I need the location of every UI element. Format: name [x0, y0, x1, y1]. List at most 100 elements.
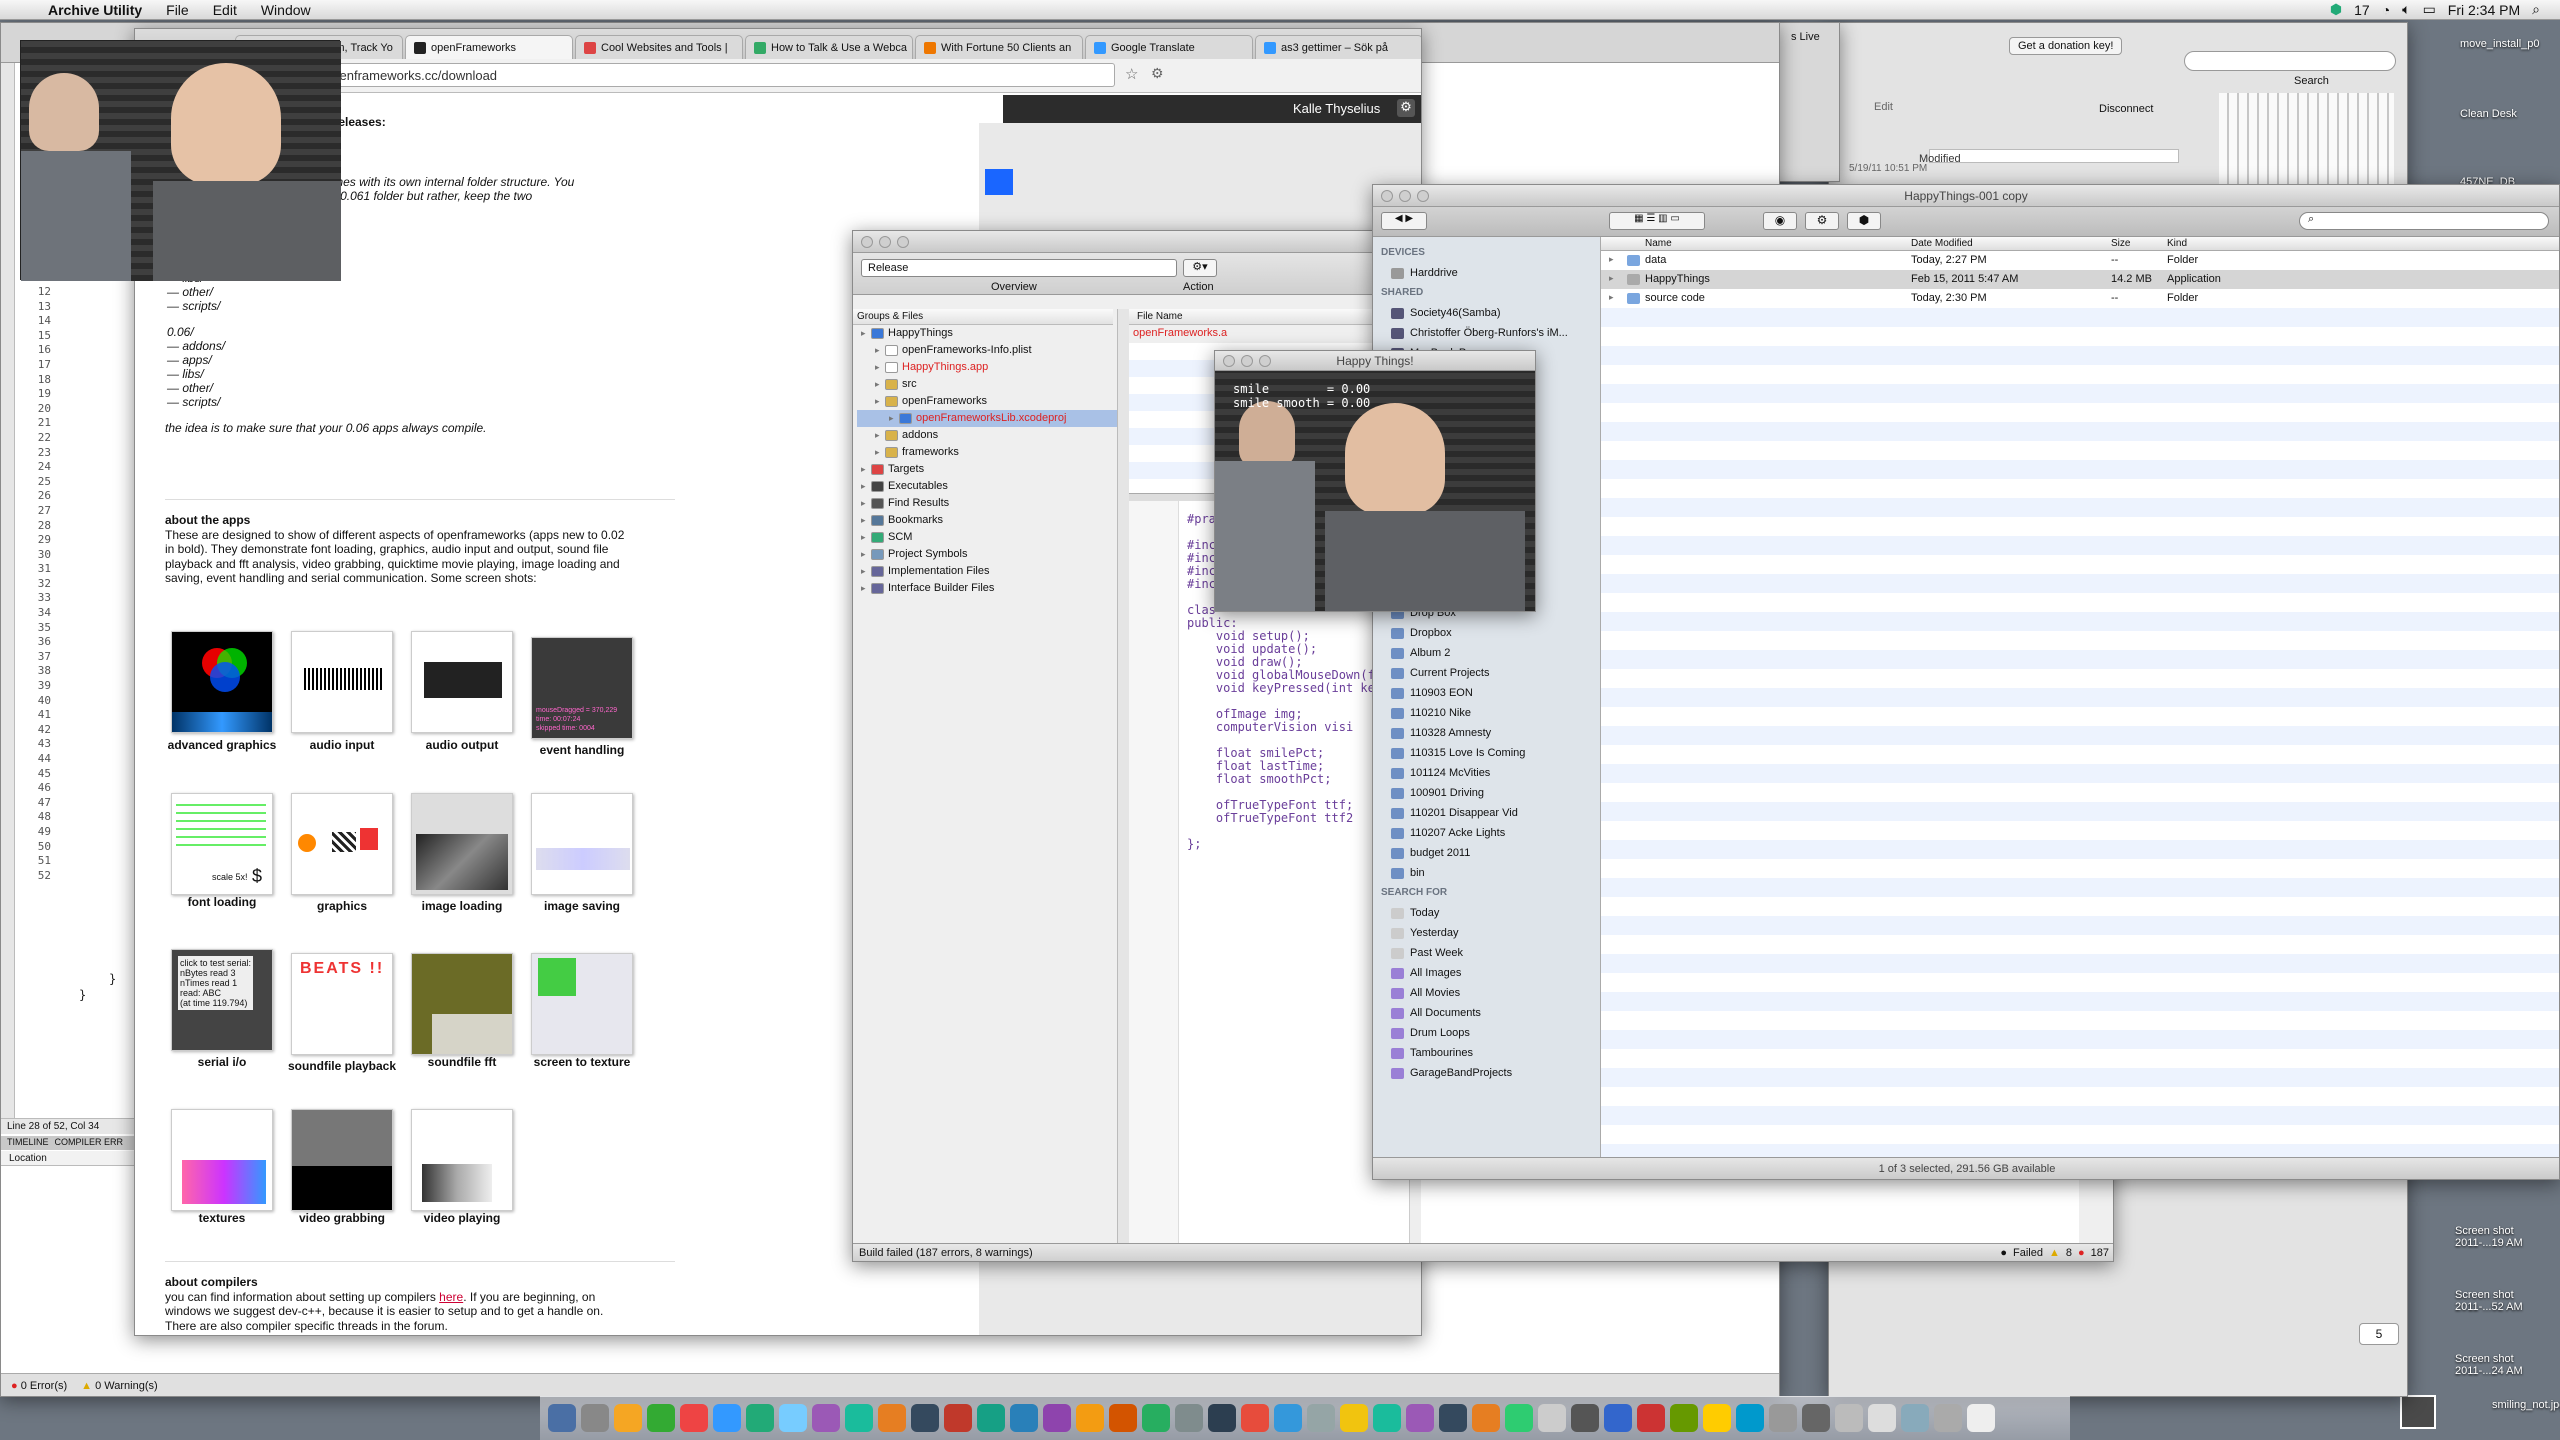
- file-row[interactable]: ▸ data Today, 2:27 PM -- Folder: [1601, 251, 2559, 270]
- dock-app-icon[interactable]: [1505, 1404, 1533, 1432]
- disclosure-triangle-icon[interactable]: ▸: [861, 478, 871, 495]
- dock-app-icon[interactable]: [1670, 1404, 1698, 1432]
- tree-item[interactable]: ▸ src: [857, 376, 1117, 393]
- app-label[interactable]: video grabbing: [277, 1211, 407, 1225]
- tree-item[interactable]: ▸ Bookmarks: [857, 512, 1117, 529]
- col-date[interactable]: Date Modified: [1911, 238, 1973, 249]
- app-label[interactable]: advanced graphics: [157, 738, 287, 752]
- app-label[interactable]: image saving: [517, 899, 647, 913]
- tab-how-to-talk[interactable]: How to Talk & Use a Webca: [745, 35, 913, 59]
- close-button[interactable]: [861, 235, 873, 248]
- desktop-item[interactable]: Screen shot 2011-...24 AM: [2455, 1353, 2550, 1377]
- disclosure-triangle-icon[interactable]: ▸: [861, 546, 871, 563]
- dock-app-icon[interactable]: [1307, 1404, 1335, 1432]
- minimize-button[interactable]: [879, 235, 891, 248]
- app-label[interactable]: graphics: [277, 899, 407, 913]
- tab-fortune[interactable]: With Fortune 50 Clients an: [915, 35, 1083, 59]
- splitter[interactable]: [1117, 309, 1129, 1249]
- sidebar-item[interactable]: All Documents: [1381, 1003, 1600, 1023]
- dock-app-icon[interactable]: [1142, 1404, 1170, 1432]
- sidebar-item[interactable]: Society46(Samba): [1381, 303, 1600, 323]
- finder-search-field[interactable]: ⌕: [2299, 212, 2549, 230]
- disclosure-triangle-icon[interactable]: ▸: [875, 427, 885, 444]
- dock-app-icon[interactable]: [1175, 1404, 1203, 1432]
- sidebar-item[interactable]: 110903 EON: [1381, 683, 1600, 703]
- file-row[interactable]: ▸ source code Today, 2:30 PM -- Folder: [1601, 289, 2559, 308]
- tree-item[interactable]: ▸ openFrameworks-Info.plist: [857, 342, 1117, 359]
- app-label[interactable]: video playing: [397, 1211, 527, 1225]
- donation-button[interactable]: Get a donation key!: [2009, 37, 2123, 55]
- dock-app-icon[interactable]: [1010, 1404, 1038, 1432]
- thumb-audio-input[interactable]: [291, 631, 393, 733]
- sidebar-item[interactable]: Christoffer Öberg-Runfors's iM...: [1381, 323, 1600, 343]
- sidebar-item[interactable]: 110210 Nike: [1381, 703, 1600, 723]
- tree-item[interactable]: ▸ openFrameworksLib.xcodeproj: [857, 410, 1117, 427]
- dock-app-icon[interactable]: [1835, 1404, 1863, 1432]
- app-label[interactable]: audio input: [277, 738, 407, 752]
- dock-app-icon[interactable]: [1571, 1404, 1599, 1432]
- col-name[interactable]: Name: [1645, 238, 1672, 249]
- bg-input[interactable]: [1929, 149, 2179, 163]
- tab-compiler-errors[interactable]: COMPILER ERR: [55, 1137, 124, 1149]
- dock-app-icon[interactable]: [1538, 1404, 1566, 1432]
- app-label[interactable]: textures: [157, 1211, 287, 1225]
- dock-app-icon[interactable]: [1373, 1404, 1401, 1432]
- dock-app-icon[interactable]: [845, 1404, 873, 1432]
- app-label[interactable]: event handling: [517, 743, 647, 757]
- thumb-audio-output[interactable]: [411, 631, 513, 733]
- dock-app-icon[interactable]: [1406, 1404, 1434, 1432]
- tree-item[interactable]: ▸ Targets: [857, 461, 1117, 478]
- dock-app-icon[interactable]: [1934, 1404, 1962, 1432]
- bg-stepper[interactable]: 5: [2359, 1323, 2399, 1345]
- tree-item[interactable]: ▸ HappyThings: [857, 325, 1117, 342]
- sidebar-item[interactable]: 101124 McVities: [1381, 763, 1600, 783]
- dock-app-icon[interactable]: [944, 1404, 972, 1432]
- sidebar-item[interactable]: budget 2011: [1381, 843, 1600, 863]
- thumb-graphics[interactable]: [291, 793, 393, 895]
- thumb-advanced-graphics[interactable]: [171, 631, 273, 733]
- dock-app-icon[interactable]: [1076, 1404, 1104, 1432]
- battery-icon[interactable]: ▭: [2423, 1, 2436, 18]
- zoom-button[interactable]: [1417, 190, 1429, 202]
- thumb-screen-to-texture[interactable]: [531, 953, 633, 1055]
- thumb-image-saving[interactable]: [531, 793, 633, 895]
- tree-item[interactable]: ▸ SCM: [857, 529, 1117, 546]
- sidebar-item[interactable]: 100901 Driving: [1381, 783, 1600, 803]
- tree-item[interactable]: ▸ addons: [857, 427, 1117, 444]
- tree-item[interactable]: ▸ Find Results: [857, 495, 1117, 512]
- url-field[interactable]: www.openframeworks.cc/download: [285, 63, 1115, 87]
- menu-window[interactable]: Window: [249, 2, 323, 18]
- disclosure-triangle-icon[interactable]: ▸: [861, 495, 871, 512]
- sidebar-item[interactable]: Drum Loops: [1381, 1023, 1600, 1043]
- thumb-soundfile-fft[interactable]: [411, 953, 513, 1055]
- minimize-button[interactable]: [1241, 355, 1253, 367]
- disclosure-triangle-icon[interactable]: ▸: [889, 410, 899, 427]
- file-row[interactable]: ▸ HappyThings Feb 15, 2011 5:47 AM 14.2 MB A…: [1601, 270, 2559, 289]
- app-label[interactable]: image loading: [397, 899, 527, 913]
- tree-item[interactable]: ▸ Implementation Files: [857, 563, 1117, 580]
- error-count[interactable]: 187: [2091, 1247, 2109, 1260]
- dock-app-icon[interactable]: [1241, 1404, 1269, 1432]
- sidebar-item[interactable]: GarageBandProjects: [1381, 1063, 1600, 1083]
- thumb-video-grabbing[interactable]: [291, 1109, 393, 1211]
- dock-app-icon[interactable]: [1208, 1404, 1236, 1432]
- sidebar-item[interactable]: 110328 Amnesty: [1381, 723, 1600, 743]
- dock-app-icon[interactable]: [1472, 1404, 1500, 1432]
- dock-app-icon[interactable]: [812, 1404, 840, 1432]
- sidebar-item[interactable]: 110315 Love Is Coming: [1381, 743, 1600, 763]
- dock-app-icon[interactable]: [746, 1404, 774, 1432]
- dock-app-icon[interactable]: [713, 1404, 741, 1432]
- zoom-button[interactable]: [1259, 355, 1271, 367]
- sidebar-item[interactable]: 110201 Disappear Vid: [1381, 803, 1600, 823]
- dock-app-icon[interactable]: [1868, 1404, 1896, 1432]
- disclosure-triangle-icon[interactable]: ▸: [861, 580, 871, 597]
- thumb-textures[interactable]: [171, 1109, 273, 1211]
- sidebar-item[interactable]: Harddrive: [1381, 263, 1600, 283]
- tree-item[interactable]: ▸ Executables: [857, 478, 1117, 495]
- disclosure-triangle-icon[interactable]: ▸: [861, 563, 871, 580]
- wrench-icon[interactable]: ⚙︎: [1151, 65, 1164, 82]
- lib-file[interactable]: openFrameworks.a: [1133, 327, 1227, 339]
- col-kind[interactable]: Kind: [2167, 238, 2187, 249]
- dock-app-icon[interactable]: [680, 1404, 708, 1432]
- disclosure-triangle-icon[interactable]: ▸: [861, 461, 871, 478]
